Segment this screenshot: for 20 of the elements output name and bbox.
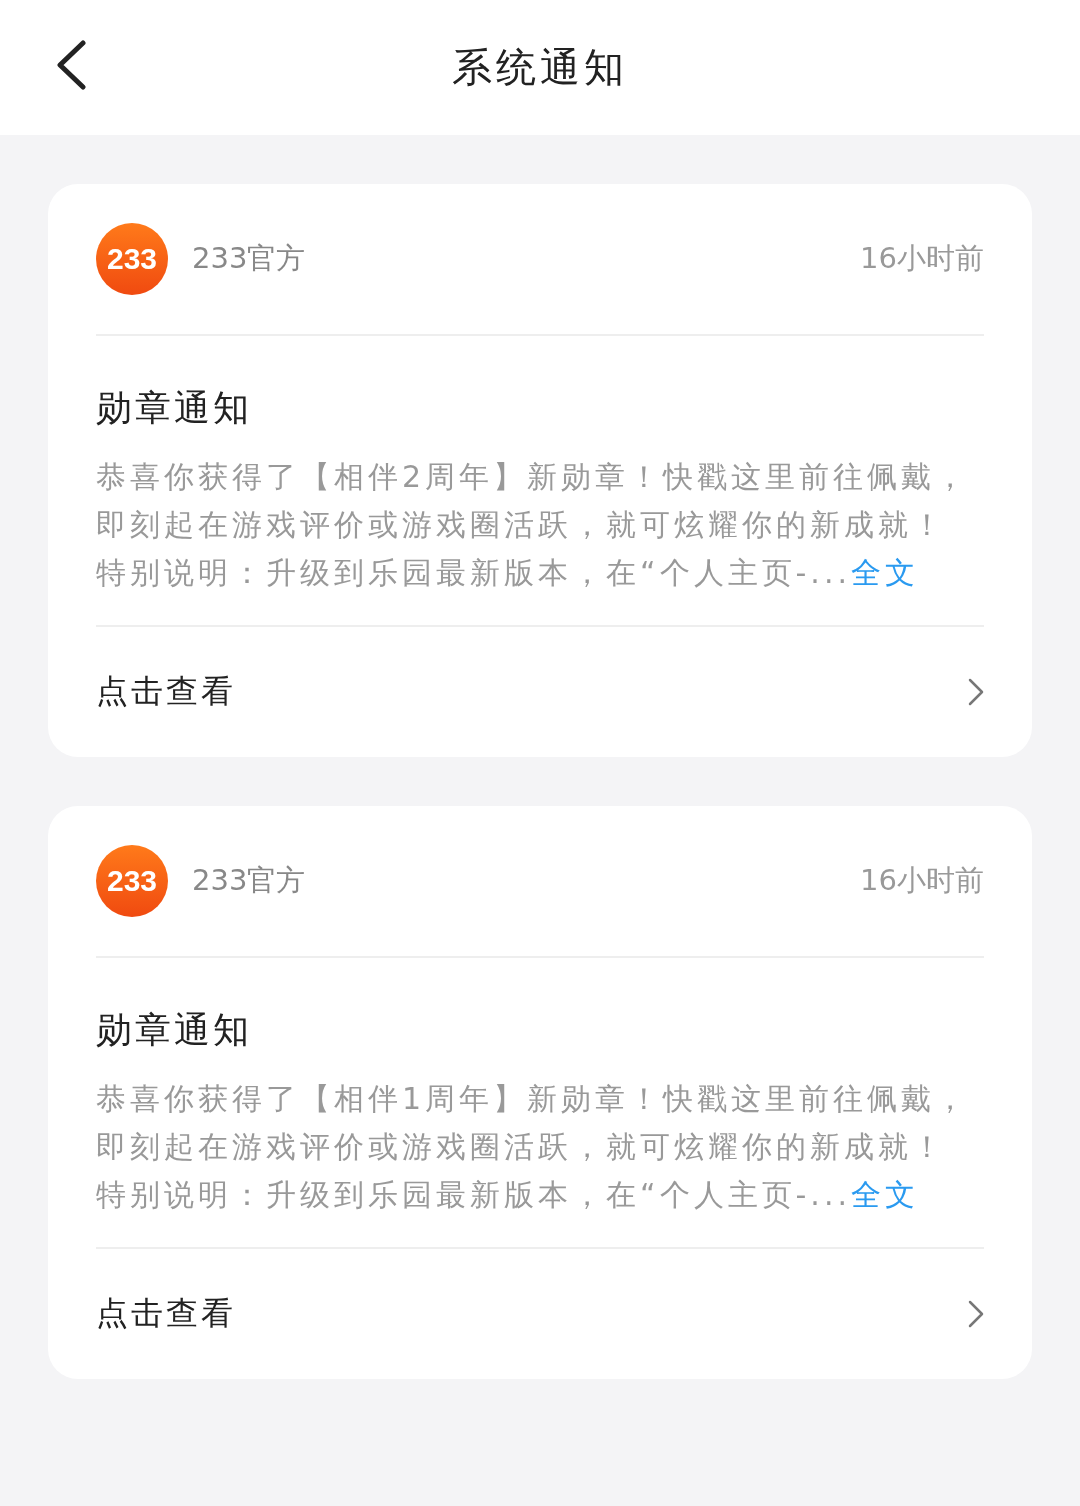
back-icon[interactable] [55, 40, 87, 90]
notification-note: 特别说明：升级到乐园最新版本，在“个人主页-...全文 [96, 1176, 920, 1214]
sender-name: 233官方 [192, 240, 306, 277]
view-row[interactable]: 点击查看 [96, 627, 984, 757]
chevron-right-icon [968, 678, 984, 706]
chevron-right-icon [968, 1300, 984, 1328]
timestamp: 16小时前 [860, 240, 984, 277]
sender-logo: 233 [96, 845, 168, 917]
sender-logo: 233 [96, 223, 168, 295]
notification-title: 勋章通知 [96, 1008, 253, 1052]
notification-body: 恭喜你获得了【相伴2周年】新勋章！快戳这里前往佩戴，即刻起在游戏评价或游戏圈活跃，就可炫耀你的新成就！ [96, 458, 971, 544]
notification-body: 恭喜你获得了【相伴1周年】新勋章！快戳这里前往佩戴，即刻起在游戏评价或游戏圈活跃，就可炫耀你的新成就！ [96, 1080, 971, 1166]
notification-note: 特别说明：升级到乐园最新版本，在“个人主页-...全文 [96, 554, 920, 592]
timestamp: 16小时前 [860, 862, 984, 899]
view-label: 点击查看 [96, 1293, 236, 1334]
page-title: 系统通知 [452, 43, 628, 92]
sender-name: 233官方 [192, 862, 306, 899]
view-row[interactable]: 点击查看 [96, 1249, 984, 1379]
notification-title: 勋章通知 [96, 386, 253, 430]
view-label: 点击查看 [96, 671, 236, 712]
